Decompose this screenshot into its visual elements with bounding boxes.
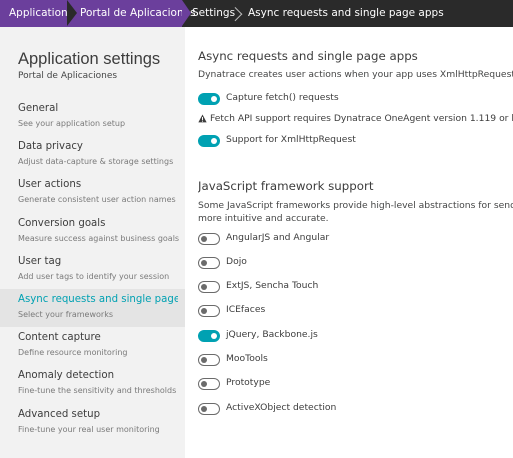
- breadcrumb: Applications Portal de Aplicaciones Sett…: [0, 0, 513, 27]
- sidebar-item-desc: Define resource monitoring: [18, 348, 128, 357]
- fetch-warning-text: Fetch API support requires Dynatrace One…: [210, 113, 513, 124]
- page-subtitle: Portal de Aplicaciones: [18, 71, 118, 81]
- fetch-warning: Fetch API support requires Dynatrace One…: [198, 113, 513, 128]
- sidebar-item-desc: Fine-tune the sensitivity and thresholds: [18, 386, 177, 395]
- sidebar-item-desc: Measure success against business goals: [18, 234, 180, 243]
- framework-row: MooTools: [198, 353, 513, 368]
- xhr-support-row: Support for XmlHttpRequest: [198, 134, 513, 149]
- framework-label: ICEfaces: [226, 304, 266, 315]
- framework-label: jQuery, Backbone.js: [226, 329, 318, 340]
- framework-toggle[interactable]: [198, 330, 220, 342]
- settings-sidebar: Application settings Portal de Aplicacio…: [0, 27, 185, 458]
- sidebar-item-anomaly-detection[interactable]: Anomaly detection Fine-tune the sensitiv…: [0, 365, 185, 403]
- framework-label: MooTools: [226, 353, 268, 364]
- framework-toggle[interactable]: [198, 403, 220, 415]
- framework-toggle[interactable]: [198, 378, 220, 390]
- xhr-support-toggle[interactable]: [198, 135, 220, 147]
- framework-description-line2: more intuitive and accurate.: [198, 213, 329, 224]
- sidebar-item-user-tag[interactable]: User tag Add user tags to identify your …: [0, 251, 185, 289]
- sidebar-item-general[interactable]: General See your application setup: [0, 98, 185, 136]
- sidebar-item-label: User actions: [18, 179, 82, 190]
- framework-toggle[interactable]: [198, 354, 220, 366]
- async-description: Dynatrace creates user actions when your…: [198, 69, 513, 80]
- framework-label: Prototype: [226, 377, 271, 388]
- sidebar-item-desc: Select your frameworks: [18, 310, 114, 319]
- settings-content: Async requests and single page apps Dyna…: [198, 27, 513, 458]
- sidebar-item-data-privacy[interactable]: Data privacy Adjust data-capture & stora…: [0, 136, 185, 174]
- page-title: Application settings: [18, 50, 161, 68]
- sidebar-item-label: Advanced setup: [18, 409, 101, 420]
- xhr-support-label: Support for XmlHttpRequest: [226, 134, 356, 145]
- sidebar-item-label: Conversion goals: [18, 218, 106, 229]
- breadcrumb-applications[interactable]: Applications: [0, 0, 77, 27]
- framework-row: jQuery, Backbone.js: [198, 329, 513, 344]
- sidebar-item-label: Data privacy: [18, 141, 83, 152]
- framework-toggle[interactable]: [198, 281, 220, 293]
- framework-row: ICEfaces: [198, 304, 513, 319]
- sidebar-item-desc: See your application setup: [18, 119, 126, 128]
- sidebar-item-label: General: [18, 103, 59, 114]
- framework-label: ActiveXObject detection: [226, 402, 337, 413]
- framework-row: AngularJS and Angular: [198, 232, 513, 247]
- sidebar-item-label: Anomaly detection: [18, 370, 115, 381]
- framework-toggle[interactable]: [198, 257, 220, 269]
- sidebar-item-desc: Generate consistent user action names: [18, 195, 176, 204]
- breadcrumb-portal[interactable]: Portal de Aplicaciones: [67, 0, 196, 27]
- framework-label: Dojo: [226, 256, 247, 267]
- async-heading: Async requests and single page apps: [198, 49, 418, 63]
- breadcrumb-current: Async requests and single page apps: [236, 0, 444, 27]
- sidebar-item-advanced-setup[interactable]: Advanced setup Fine-tune your real user …: [0, 404, 185, 442]
- warning-triangle-icon: [198, 114, 207, 123]
- sidebar-item-desc: Add user tags to identify your session: [18, 272, 170, 281]
- framework-toggle[interactable]: [198, 305, 220, 317]
- sidebar-item-async-requests[interactable]: Async requests and single page a... Sele…: [0, 289, 185, 327]
- framework-label: AngularJS and Angular: [226, 232, 330, 243]
- sidebar-item-desc: Fine-tune your real user monitoring: [18, 425, 160, 434]
- capture-fetch-label: Capture fetch() requests: [226, 92, 339, 103]
- sidebar-item-label: User tag: [18, 256, 62, 267]
- framework-row: ActiveXObject detection: [198, 402, 513, 417]
- framework-toggle[interactable]: [198, 233, 220, 245]
- sidebar-item-label: Content capture: [18, 332, 101, 343]
- capture-fetch-toggle[interactable]: [198, 93, 220, 105]
- framework-row: ExtJS, Sencha Touch: [198, 280, 513, 295]
- sidebar-item-label: Async requests and single page a...: [18, 294, 178, 305]
- capture-fetch-row: Capture fetch() requests: [198, 92, 513, 107]
- framework-row: Prototype: [198, 377, 513, 392]
- breadcrumb-current-label: Async requests and single page apps: [248, 7, 444, 19]
- framework-label: ExtJS, Sencha Touch: [226, 280, 319, 291]
- sidebar-item-desc: Adjust data-capture & storage settings: [18, 157, 174, 166]
- breadcrumb-applications-label: Applications: [9, 7, 74, 19]
- sidebar-item-user-actions[interactable]: User actions Generate consistent user ac…: [0, 174, 185, 212]
- framework-description-line1: Some JavaScript frameworks provide high-…: [198, 200, 513, 211]
- framework-row: Dojo: [198, 256, 513, 271]
- framework-heading: JavaScript framework support: [198, 179, 374, 193]
- breadcrumb-portal-label: Portal de Aplicaciones: [80, 7, 196, 19]
- sidebar-item-conversion-goals[interactable]: Conversion goals Measure success against…: [0, 213, 185, 251]
- sidebar-item-content-capture[interactable]: Content capture Define resource monitori…: [0, 327, 185, 365]
